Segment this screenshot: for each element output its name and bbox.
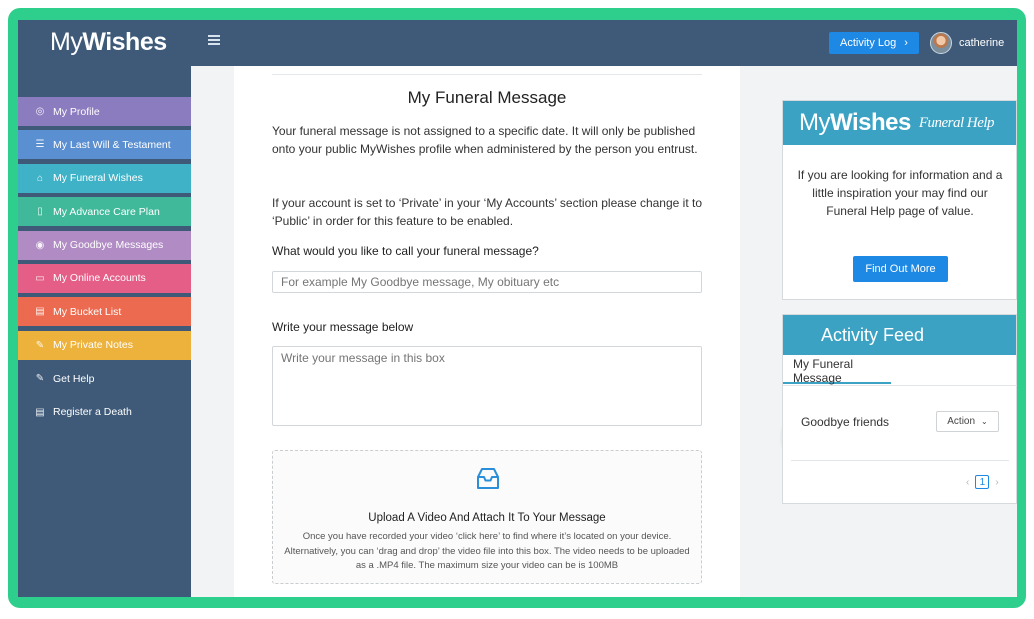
intro-paragraph: Your funeral message is not assigned to …: [272, 124, 698, 156]
upload-title: Upload A Video And Attach It To Your Mes…: [368, 512, 606, 524]
page-number[interactable]: 1: [975, 475, 990, 489]
avatar[interactable]: [930, 32, 952, 54]
app-window: MyWishes Activity Log › catherine ◎ My Pr…: [18, 20, 1017, 597]
sidebar-item-my-funeral-wishes[interactable]: ⌂ My Funeral Wishes: [18, 163, 191, 193]
inbox-icon: [477, 468, 499, 489]
bucket-icon: ▤: [35, 306, 45, 318]
sidebar-item-my-goodbye-messages[interactable]: ◉ My Goodbye Messages: [18, 230, 191, 260]
sidebar-item-label: My Advance Care Plan: [53, 205, 160, 218]
user-circle-icon: ◎: [35, 106, 45, 117]
sidebar-item-label: Get Help: [53, 372, 95, 385]
notes-icon: ✎: [35, 339, 45, 351]
sidebar: ◎ My Profile ☰ My Last Will & Testament ⌂ My …: [18, 66, 191, 597]
activity-feed-title: Activity Feed: [783, 315, 1016, 355]
upload-description: Once you have recorded your video ‘click…: [284, 531, 690, 571]
sidebar-item-label: My Funeral Wishes: [53, 172, 143, 185]
hamburger-menu-icon[interactable]: [208, 35, 220, 46]
logo[interactable]: MyWishes: [50, 28, 167, 57]
find-out-more-button[interactable]: Find Out More: [853, 256, 948, 282]
sidebar-item-my-profile[interactable]: ◎ My Profile: [18, 97, 191, 126]
scroll-icon: ☰: [35, 139, 45, 151]
laptop-icon: ▭: [35, 272, 45, 284]
sidebar-item-label: My Profile: [53, 105, 100, 118]
sidebar-item-label: My Goodbye Messages: [53, 239, 164, 252]
feed-item-title: Goodbye friends: [801, 415, 890, 429]
sidebar-item-label: My Private Notes: [53, 339, 133, 352]
list-item: Goodbye friends Action ⌄: [791, 401, 1009, 461]
sidebar-item-label: My Bucket List: [53, 305, 122, 318]
message-body-label: Write your message below: [272, 320, 414, 334]
activity-log-button[interactable]: Activity Log ›: [829, 32, 919, 54]
document-icon: ▯: [37, 206, 43, 218]
activity-feed-panel: Activity Feed My Funeral Message Goodbye…: [782, 314, 1017, 504]
funeral-help-header: My Wishes Funeral Help: [783, 101, 1016, 145]
sidebar-item-my-advance-care-plan[interactable]: ▯ My Advance Care Plan: [18, 197, 191, 227]
headstone-icon: ⌂: [36, 172, 44, 184]
username[interactable]: catherine: [959, 37, 1004, 49]
sidebar-nav: ◎ My Profile ☰ My Last Will & Testament ⌂ My …: [18, 97, 191, 431]
page-title: My Funeral Message: [407, 88, 567, 107]
next-page-icon[interactable]: ›: [995, 477, 998, 488]
message-name-label: What would you like to call your funeral…: [272, 244, 539, 258]
sidebar-item-get-help[interactable]: ✎ Get Help: [18, 364, 191, 393]
sidebar-item-my-last-will-testament[interactable]: ☰ My Last Will & Testament: [18, 130, 191, 160]
sidebar-item-register-a-death[interactable]: ▤ Register a Death: [18, 398, 191, 427]
sidebar-item-my-private-notes[interactable]: ✎ My Private Notes: [18, 330, 191, 360]
message-name-input[interactable]: [272, 271, 702, 293]
funeral-message-card: My Funeral Message Your funeral message …: [234, 66, 740, 597]
sidebar-item-my-online-accounts[interactable]: ▭ My Online Accounts: [18, 263, 191, 293]
edit-icon: ✎: [35, 373, 45, 385]
pagination: ‹ 1 ›: [966, 475, 999, 489]
form-icon: ▤: [35, 406, 45, 418]
funeral-help-text: If you are looking for information and a…: [797, 168, 1003, 218]
chevron-right-icon: ›: [904, 37, 908, 49]
privacy-paragraph: If your account is set to ‘Private’ in y…: [272, 196, 702, 228]
action-dropdown-button[interactable]: Action ⌄: [936, 411, 999, 432]
prev-page-icon[interactable]: ‹: [966, 477, 969, 488]
funeral-help-panel: My Wishes Funeral Help If you are looking…: [782, 100, 1017, 300]
sidebar-item-label: Register a Death: [53, 406, 132, 419]
message-body-textarea[interactable]: [272, 346, 702, 426]
sidebar-item-label: My Online Accounts: [53, 272, 146, 285]
chevron-down-icon: ⌄: [981, 417, 988, 426]
top-bar: MyWishes Activity Log › catherine: [18, 20, 1017, 66]
video-upload-dropzone[interactable]: Upload A Video And Attach It To Your Mes…: [272, 450, 702, 584]
sidebar-item-label: My Last Will & Testament: [53, 138, 171, 151]
tab-funeral-message[interactable]: My Funeral Message: [783, 357, 891, 385]
sidebar-item-my-bucket-list[interactable]: ▤ My Bucket List: [18, 297, 191, 327]
fingerprint-icon: ◉: [35, 239, 45, 251]
